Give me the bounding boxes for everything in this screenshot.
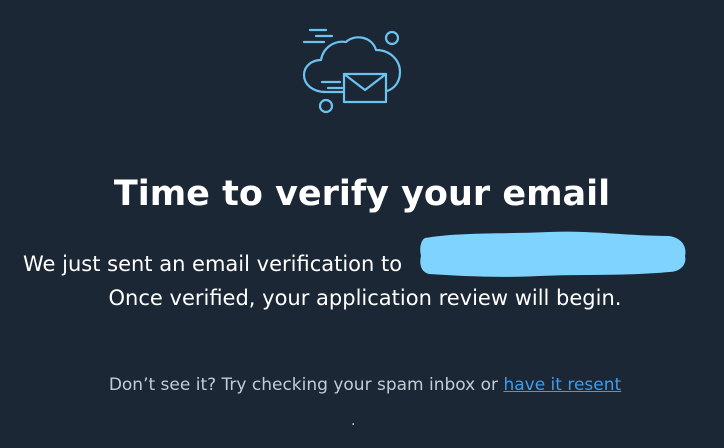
review-message: Once verified, your application review w… — [108, 286, 622, 310]
redacted-email-address — [420, 231, 686, 277]
spam-hint: Don’t see it? Try checking your spam inb… — [0, 373, 724, 397]
verify-email-page: Time to verify your email We just sent a… — [0, 0, 724, 448]
cloud-email-icon — [302, 28, 402, 114]
page-title: Time to verify your email — [113, 174, 611, 214]
spam-hint-text: Don’t see it? Try checking your spam inb… — [108, 375, 499, 395]
resend-email-link[interactable]: have it resent — [503, 375, 621, 395]
verification-message: We just sent an email verification to — [23, 252, 403, 276]
footer-dot: . — [351, 413, 356, 429]
